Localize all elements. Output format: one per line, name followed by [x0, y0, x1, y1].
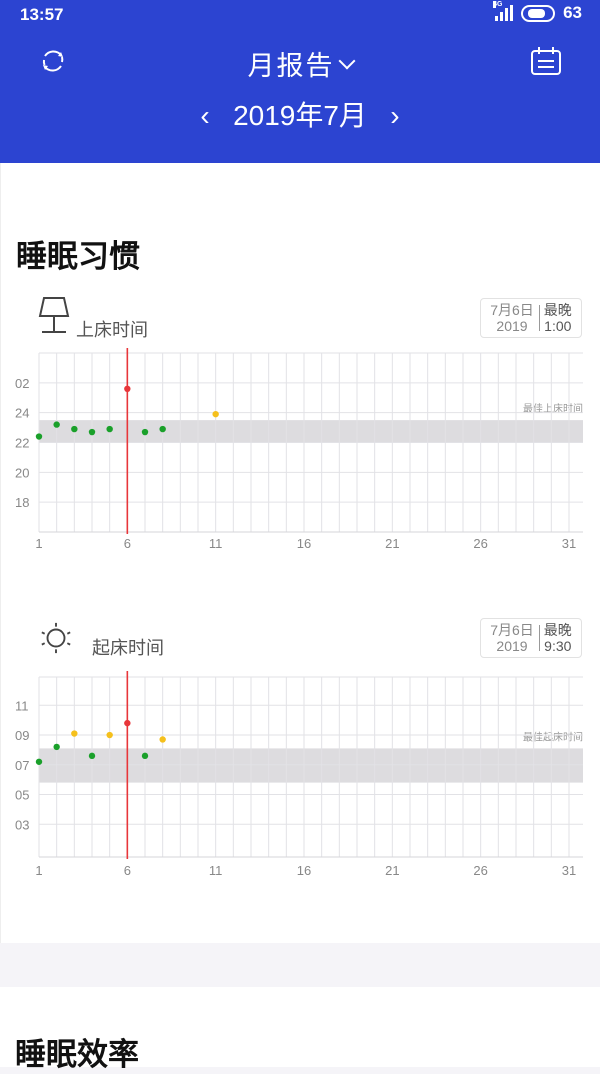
x-tick-label: 26 [473, 863, 487, 878]
section-title-sleep-habit: 睡眠习惯 [16, 239, 140, 275]
waketime-latest-badge: 7月6日 2019 最晚 9:30 [480, 618, 582, 658]
target-band-label: 最佳起床时间 [523, 730, 583, 743]
sun-icon [41, 622, 71, 654]
x-tick-label: 26 [473, 536, 487, 551]
y-tick-label: 11 [15, 698, 29, 713]
x-tick-label: 16 [297, 536, 311, 551]
current-month: 2019年7月 [233, 100, 367, 131]
target-band [39, 748, 583, 783]
data-point-good [53, 743, 60, 751]
x-tick-label: 21 [385, 536, 399, 551]
data-point-warn [159, 736, 166, 743]
x-tick-label: 21 [385, 863, 399, 878]
y-tick-label: 07 [15, 758, 29, 773]
data-point-good [35, 433, 43, 440]
data-point-good [35, 758, 43, 765]
badge-kind: 最晚 [543, 622, 572, 638]
x-tick-label: 31 [562, 536, 576, 551]
y-tick-label: 09 [15, 728, 29, 743]
data-point-good [141, 752, 149, 760]
prev-month-button[interactable]: ‹ [185, 100, 225, 132]
badge-date: 7月6日 [490, 622, 534, 638]
data-point-warn [106, 731, 113, 739]
badge-divider [538, 625, 540, 651]
x-tick-label: 1 [35, 863, 42, 878]
data-point-warn [212, 410, 219, 418]
app-header: 13:57 4G 63 月报告 ‹ 2019年7月 › [0, 0, 600, 163]
badge-kind: 最晚 [543, 302, 572, 318]
x-tick-label: 6 [124, 536, 131, 551]
report-type-dropdown[interactable]: 月报告 [0, 44, 600, 83]
month-navigator: ‹ 2019年7月 › [0, 94, 600, 134]
sleep-habit-card: 睡眠习惯 上床时间 7月6日 2019 最晚 1:00 最佳上床时间 02 24 22 20… [0, 163, 600, 943]
bedtime-latest-badge: 7月6日 2019 最晚 1:00 [480, 298, 582, 338]
y-tick-label: 03 [15, 817, 29, 832]
x-tick-label: 11 [209, 863, 223, 878]
sleep-efficiency-card: 睡眠效率 [0, 987, 600, 1073]
battery-level: 63 [563, 3, 582, 22]
x-tick-label: 6 [124, 863, 131, 878]
section-title-sleep-efficiency: 睡眠效率 [15, 1037, 139, 1073]
badge-year: 2019 [496, 318, 528, 334]
data-point-good [141, 428, 149, 436]
x-tick-label: 1 [35, 536, 42, 551]
battery-icon [521, 4, 556, 22]
x-tick-label: 31 [562, 863, 576, 878]
y-tick-label: 18 [15, 495, 29, 510]
lamp-icon [38, 297, 70, 333]
data-point-warn [71, 730, 78, 737]
y-tick-label: 20 [15, 465, 29, 480]
data-point-good [88, 752, 96, 760]
bedtime-chart: 最佳上床时间02242220181 6 11 16 21 26 31 [15, 348, 583, 551]
badge-divider [538, 305, 540, 331]
y-tick-label: 05 [15, 788, 29, 803]
data-point-bad [124, 385, 131, 392]
target-band-label: 最佳上床时间 [523, 402, 583, 415]
network-type: 4G [493, 1, 503, 8]
waketime-label: 起床时间 [92, 638, 164, 659]
data-point-good [88, 428, 96, 436]
status-icons: 4G 63 [493, 1, 582, 23]
data-point-good [53, 421, 60, 428]
badge-year: 2019 [496, 638, 528, 654]
data-point-good [159, 425, 166, 433]
badge-date: 7月6日 [490, 302, 534, 318]
bedtime-label: 上床时间 [76, 320, 148, 341]
chevron-down-icon [338, 52, 355, 70]
x-tick-label: 16 [297, 863, 311, 878]
status-time: 13:57 [20, 5, 64, 24]
data-point-bad [124, 719, 131, 727]
data-point-good [106, 425, 113, 433]
report-title: 月报告 [247, 51, 335, 82]
next-month-button[interactable]: › [375, 100, 415, 132]
target-band [39, 420, 583, 443]
waketime-chart: 最佳起床时间11090705031 6 11 16 21 26 31 [15, 671, 583, 878]
calendar-icon[interactable] [530, 46, 562, 76]
y-tick-label: 24 [15, 406, 29, 421]
y-tick-label: 22 [15, 436, 29, 451]
badge-value: 1:00 [544, 318, 572, 334]
x-tick-label: 11 [209, 536, 223, 551]
badge-value: 9:30 [544, 638, 572, 654]
y-tick-label: 02 [15, 376, 29, 391]
data-point-good [71, 425, 78, 433]
signal-icon: 4G [493, 1, 514, 21]
